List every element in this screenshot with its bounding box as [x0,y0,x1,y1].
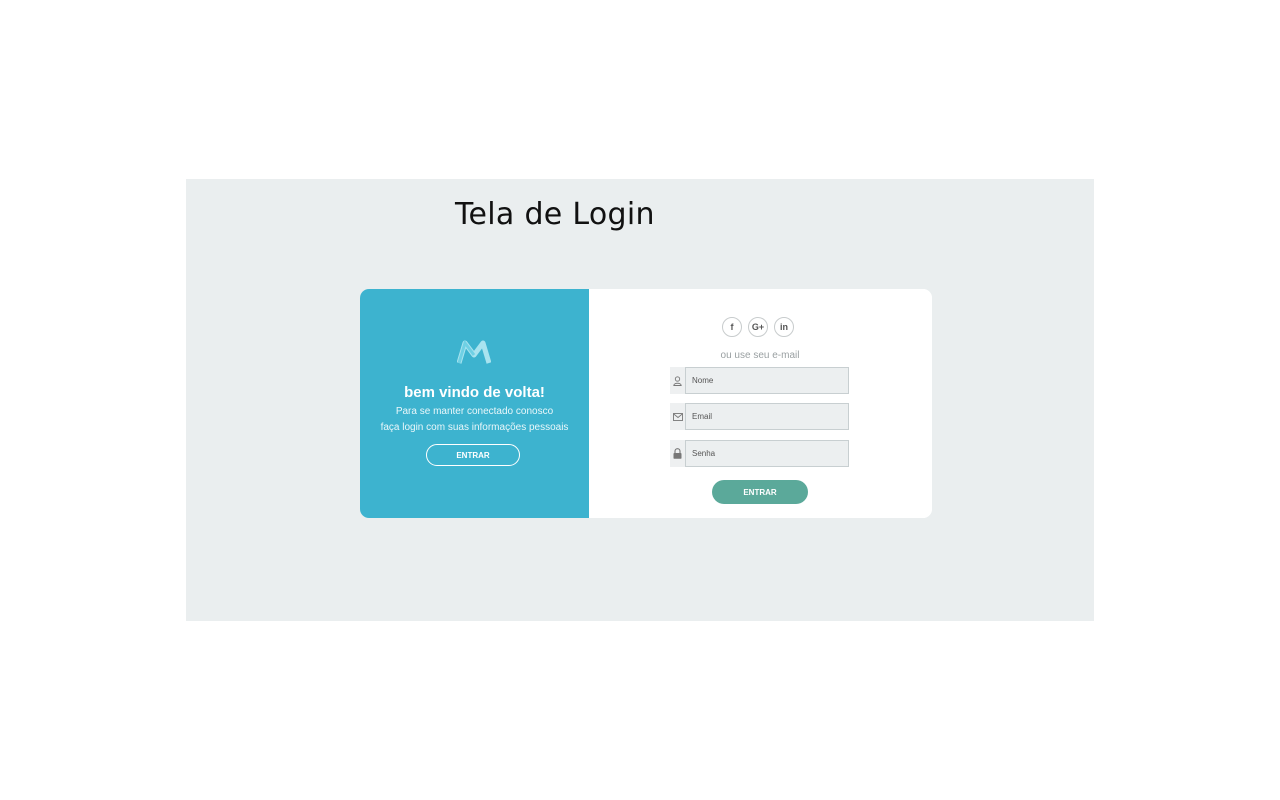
welcome-line-1: Para se manter conectado conosco [395,406,554,417]
or-use-email-text: ou use seu e-mail [589,350,931,361]
user-icon [670,367,685,394]
login-mockup-frame: Tela de Login bem vindo de volta! Para s… [186,179,1094,621]
welcome-panel: bem vindo de volta! Para se manter conec… [360,289,589,518]
social-login-buttons: f G+ in [722,317,794,337]
password-field: Senha [670,440,849,467]
envelope-icon [670,403,685,430]
linkedin-icon[interactable]: in [774,317,794,337]
login-card: bem vindo de volta! Para se manter conec… [360,289,932,518]
signin-switch-button[interactable]: ENTRAR [426,444,520,466]
lock-icon [670,440,685,467]
welcome-subtext: Para se manter conectado conosco faça lo… [360,404,589,435]
email-input[interactable]: Email [685,403,849,430]
login-form-panel: f G+ in ou use seu e-mail Nome Email Sen… [589,289,932,518]
submit-login-button[interactable]: ENTRAR [712,480,808,504]
m-logo-icon [457,339,491,364]
name-input[interactable]: Nome [685,367,849,394]
email-field: Email [670,403,849,430]
welcome-heading: bem vindo de volta! [404,384,545,401]
password-input[interactable]: Senha [685,440,849,467]
or-use-email-label: ou use seu e-mail [720,350,800,361]
facebook-icon[interactable]: f [722,317,742,337]
page-title: Tela de Login [455,197,655,232]
google-plus-icon[interactable]: G+ [748,317,768,337]
welcome-line-2: faça login com suas informações pessoais [380,421,569,433]
name-field: Nome [670,367,849,394]
